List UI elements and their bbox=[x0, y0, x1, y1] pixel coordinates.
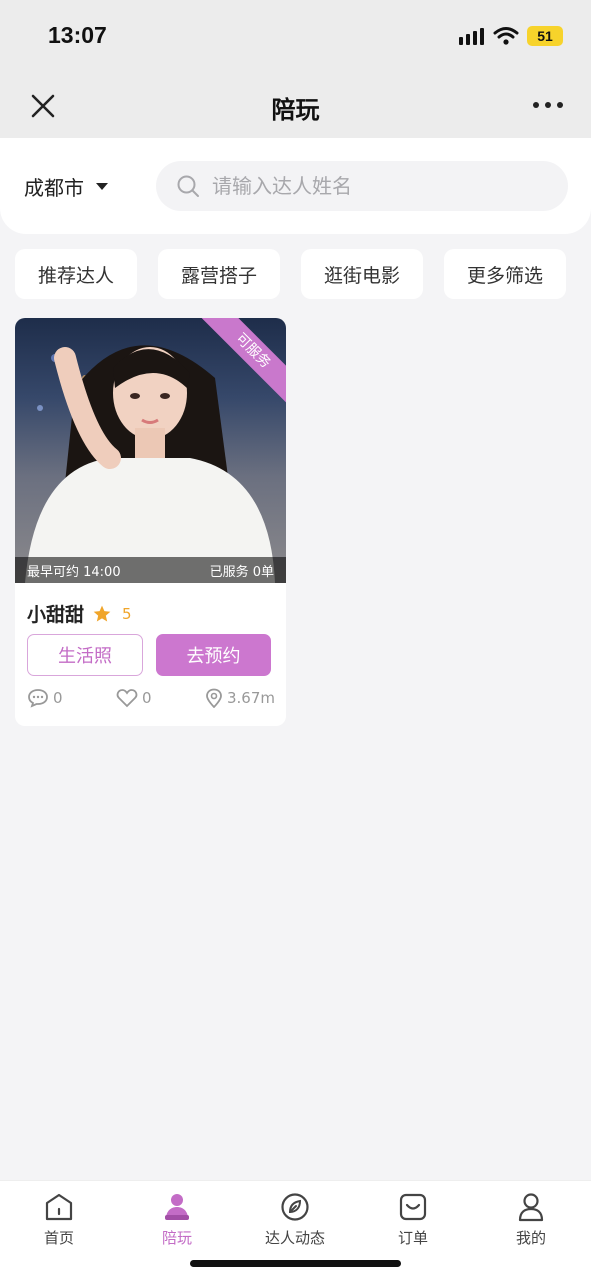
tab-profile[interactable]: 我的 bbox=[472, 1191, 590, 1248]
ribbon-container: 可服务 bbox=[196, 318, 286, 408]
home-icon bbox=[45, 1193, 73, 1221]
tab-home[interactable]: 首页 bbox=[0, 1191, 118, 1248]
book-button[interactable]: 去预约 bbox=[156, 634, 271, 676]
heart-icon bbox=[116, 689, 138, 708]
available-ribbon: 可服务 bbox=[197, 318, 286, 407]
battery-level: 51 bbox=[537, 28, 553, 44]
earliest-time: 最早可约 14:00 bbox=[27, 564, 121, 580]
filter-bar: 推荐达人 露营搭子 逛街电影 更多筛选 bbox=[15, 249, 566, 299]
tab-label: 我的 bbox=[515, 1229, 546, 1247]
distance-value: 3.67m bbox=[226, 689, 275, 707]
companion-photo[interactable]: 可服务 最早可约 14:00 已服务 0单 bbox=[15, 318, 286, 583]
likes-stat[interactable]: 0 bbox=[116, 688, 152, 708]
tab-label: 订单 bbox=[397, 1229, 428, 1247]
comments-count: 0 bbox=[53, 689, 63, 707]
life-photos-button[interactable]: 生活照 bbox=[27, 634, 143, 676]
status-icons: 51 bbox=[459, 26, 563, 46]
nav-bar: 陪玩 bbox=[0, 76, 591, 138]
served-count: 已服务 0单 bbox=[209, 564, 274, 580]
tab-companion[interactable]: 陪玩 bbox=[118, 1191, 236, 1248]
more-options-icon[interactable] bbox=[533, 102, 563, 108]
tab-label: 达人动态 bbox=[264, 1229, 325, 1247]
city-selector[interactable]: 成都市 bbox=[24, 172, 108, 201]
companion-card[interactable]: 可服务 最早可约 14:00 已服务 0单 小甜甜 5 生活照 去预约 0 0 bbox=[15, 318, 286, 726]
home-indicator bbox=[190, 1260, 401, 1267]
filter-more[interactable]: 更多筛选 bbox=[444, 249, 566, 299]
photo-info-bar: 最早可约 14:00 已服务 0单 bbox=[15, 557, 286, 583]
tab-label: 首页 bbox=[43, 1229, 74, 1247]
tab-label: 陪玩 bbox=[161, 1229, 192, 1247]
wifi-icon bbox=[493, 27, 519, 45]
star-icon bbox=[93, 605, 111, 621]
companion-name: 小甜甜 bbox=[27, 604, 85, 626]
tab-orders[interactable]: 订单 bbox=[354, 1191, 472, 1248]
profile-icon bbox=[518, 1193, 544, 1222]
tab-feed[interactable]: 达人动态 bbox=[236, 1191, 354, 1248]
filter-recommended[interactable]: 推荐达人 bbox=[15, 249, 137, 299]
distance-stat: 3.67m bbox=[205, 688, 275, 708]
search-panel: 成都市 bbox=[0, 138, 591, 234]
name-row: 小甜甜 5 bbox=[27, 600, 132, 627]
status-bar: 13:07 51 bbox=[0, 0, 591, 76]
filter-shopping-movies[interactable]: 逛街电影 bbox=[301, 249, 423, 299]
order-icon bbox=[399, 1193, 427, 1221]
page-title: 陪玩 bbox=[271, 96, 320, 124]
city-label: 成都市 bbox=[24, 176, 84, 200]
compass-icon bbox=[281, 1193, 309, 1221]
likes-count: 0 bbox=[141, 689, 152, 707]
search-box[interactable] bbox=[156, 161, 568, 211]
battery-indicator: 51 bbox=[527, 26, 563, 46]
card-stats: 0 0 3.67m bbox=[27, 688, 275, 708]
companion-icon bbox=[165, 1194, 189, 1220]
location-pin-icon bbox=[206, 688, 222, 708]
rating-value: 5 bbox=[122, 604, 132, 623]
comments-stat[interactable]: 0 bbox=[27, 688, 63, 708]
search-icon bbox=[177, 175, 199, 197]
comment-icon bbox=[28, 689, 48, 708]
filter-camping[interactable]: 露营搭子 bbox=[158, 249, 280, 299]
signal-icon bbox=[459, 28, 484, 45]
search-input[interactable] bbox=[212, 174, 552, 198]
status-time: 13:07 bbox=[48, 22, 107, 48]
caret-down-icon bbox=[96, 183, 108, 190]
